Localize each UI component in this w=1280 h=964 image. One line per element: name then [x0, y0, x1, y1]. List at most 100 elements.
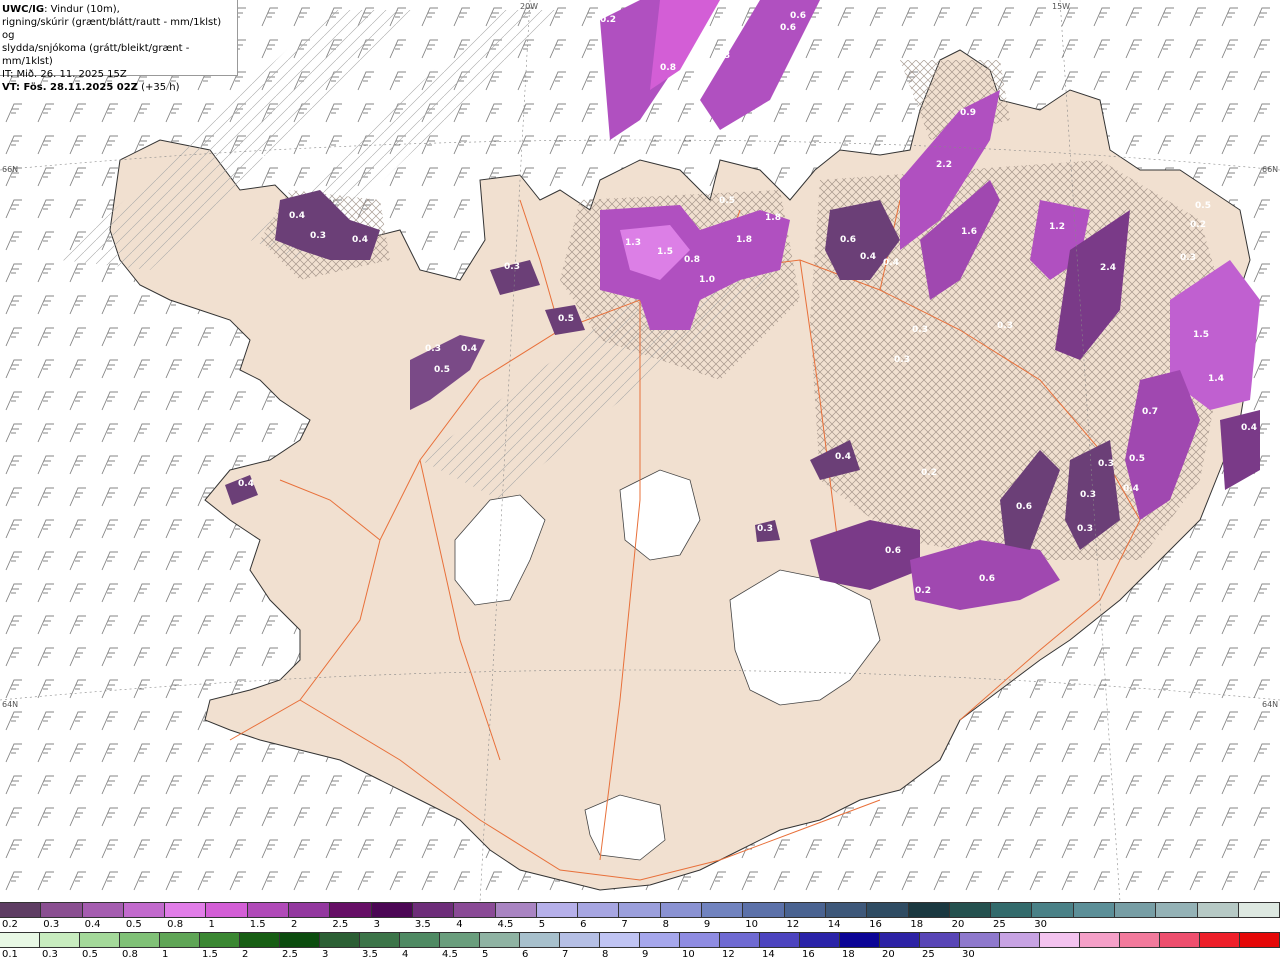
- precip-value-label: 1.3: [625, 238, 641, 248]
- legend-tick-label: 18: [910, 919, 924, 930]
- legend-swatch: [840, 933, 880, 947]
- precip-value-label: 2.2: [936, 160, 952, 170]
- legend-swatch: [949, 903, 992, 917]
- legend-swatch: [0, 933, 40, 947]
- valid-time: VT: Fös. 28.11.2025 02Z: [2, 82, 138, 93]
- precip-value-label: 0.3: [1080, 490, 1096, 500]
- legend-tick-label: 20: [951, 919, 965, 930]
- precip-value-label: 0.6: [790, 11, 806, 21]
- legend-tick-label: 16: [869, 919, 882, 930]
- legend-swatch: [160, 933, 200, 947]
- legend-tick-label: 0.8: [167, 919, 184, 930]
- legend-tick-label: 2: [291, 919, 298, 930]
- precip-value-label: 0.3: [912, 325, 928, 335]
- legend-swatch: [800, 933, 840, 947]
- precip-value-label: 0.7: [1142, 407, 1158, 417]
- legend-swatch: [1240, 933, 1280, 947]
- legend-swatch: [1200, 933, 1240, 947]
- legend-swatch: [920, 933, 960, 947]
- legend-tick-label: 1: [162, 949, 169, 960]
- precip-value-label: 0.5: [719, 196, 735, 206]
- legend-swatch: [280, 933, 320, 947]
- precip-value-label: 0.3: [1077, 524, 1093, 534]
- precip-value-label: 0.4: [835, 452, 851, 462]
- legend-tick-label: 3.5: [414, 919, 431, 930]
- precip-value-label: 0.8: [684, 255, 700, 265]
- precip-value-label: 0.5: [558, 314, 574, 324]
- precip-value-label: 0.3: [425, 344, 441, 354]
- precip-value-label: 0.9: [960, 108, 976, 118]
- legend-tick-label: 6: [522, 949, 529, 960]
- legend-swatch: [520, 933, 560, 947]
- legend-swatch: [330, 903, 372, 917]
- legend-swatch: [1032, 903, 1074, 917]
- precip-value-label: 1.6: [961, 227, 977, 237]
- legend-swatch: [680, 933, 720, 947]
- rain-legend-labels: 0.1 0.3 0.5 0.8 1 1.5 2 2.5 3 3.5 4 4.5 5 6 7 8 9 10 12 14 1…: [0, 948, 1280, 964]
- rain-color-legend: 0.1 0.3 0.5 0.8 1 1.5 2 2.5 3 3.5 4 4.5 5 6 7 8 9 10 12 14 1…: [0, 932, 1280, 964]
- legend-swatch: [825, 903, 868, 917]
- legend-tick-label: 8: [602, 949, 609, 960]
- legend-swatch: [743, 903, 785, 917]
- precip-value-label: 0.4: [860, 252, 876, 262]
- precip-value-label: 0.3: [894, 355, 910, 365]
- legend-tick-label: 3: [322, 949, 329, 960]
- snow-legend-bar: [0, 902, 1280, 918]
- precip-value-label: 0.4: [883, 258, 899, 268]
- legend-swatch: [240, 933, 280, 947]
- precip-value-label: 0.4: [1123, 484, 1139, 494]
- title-line1: : Vindur (10m),: [44, 4, 120, 15]
- legend-swatch: [1073, 903, 1116, 917]
- legend-tick-label: 0.2: [2, 919, 18, 930]
- legend-swatch: [867, 903, 909, 917]
- precip-value-label: 0.5: [1129, 454, 1145, 464]
- edge-label-right-2: 64N: [1262, 700, 1279, 709]
- legend-swatch: [165, 903, 207, 917]
- legend-tick-label: 5: [482, 949, 489, 960]
- legend-tick-label: 18: [842, 949, 855, 960]
- precip-value-label: 0.4: [289, 211, 305, 221]
- legend-tick-label: 7: [562, 949, 569, 960]
- legend-swatch: [247, 903, 290, 917]
- legend-swatch: [454, 903, 496, 917]
- legend-swatch: [80, 933, 120, 947]
- precip-value-label: 0.6: [840, 235, 856, 245]
- precip-value-label: 0.2: [1190, 220, 1206, 230]
- legend-tick-label: 10: [682, 949, 695, 960]
- legend-swatch: [82, 903, 124, 917]
- precip-value-label: 0.6: [780, 23, 796, 33]
- precip-value-label: 0.2: [600, 15, 616, 25]
- legend-swatch: [1080, 933, 1120, 947]
- legend-tick-label: 5: [538, 919, 546, 930]
- precip-value-label: 0.3: [757, 524, 773, 534]
- legend-swatch: [206, 903, 248, 917]
- legend-tick-label: 2.5: [332, 919, 349, 930]
- legend-swatch: [960, 933, 1000, 947]
- legend-swatch: [400, 933, 440, 947]
- legend-tick-label: 25: [922, 949, 935, 960]
- legend-swatch: [560, 933, 600, 947]
- precip-value-label: 1.4: [1208, 374, 1224, 384]
- legend-tick-label: 6: [580, 919, 587, 930]
- legend-tick-label: 9: [703, 919, 711, 930]
- legend-swatch: [1000, 933, 1040, 947]
- edge-label-left-1: 66N: [2, 165, 19, 174]
- legend-tick-label: 0.3: [43, 919, 60, 930]
- legend-tick-label: 4: [402, 949, 409, 960]
- precip-value-label: 0.2: [262, 153, 278, 163]
- precip-value-label: 1.8: [736, 235, 752, 245]
- precip-value-label: 0.6: [885, 546, 901, 556]
- legend-swatch: [720, 933, 760, 947]
- precip-value-label: 2.4: [1100, 263, 1116, 273]
- legend-tick-label: 30: [962, 949, 975, 960]
- precip-value-label: 0.5: [1195, 201, 1211, 211]
- precip-value-label: 0.6: [1016, 502, 1032, 512]
- legend-swatch: [1156, 903, 1198, 917]
- title-line2: rigning/skúrir (grænt/blátt/rautt - mm/1…: [2, 17, 222, 41]
- product-name: UWC/IG: [2, 4, 45, 15]
- legend-tick-label: 4.5: [497, 919, 514, 930]
- precip-value-label: 0.3: [1098, 459, 1114, 469]
- map-title-box: UWC/IG: Vindur (10m), rigning/skúrir (gr…: [0, 0, 238, 93]
- legend-tick-label: 12: [722, 949, 735, 960]
- precip-value-label: 1.0: [699, 275, 715, 285]
